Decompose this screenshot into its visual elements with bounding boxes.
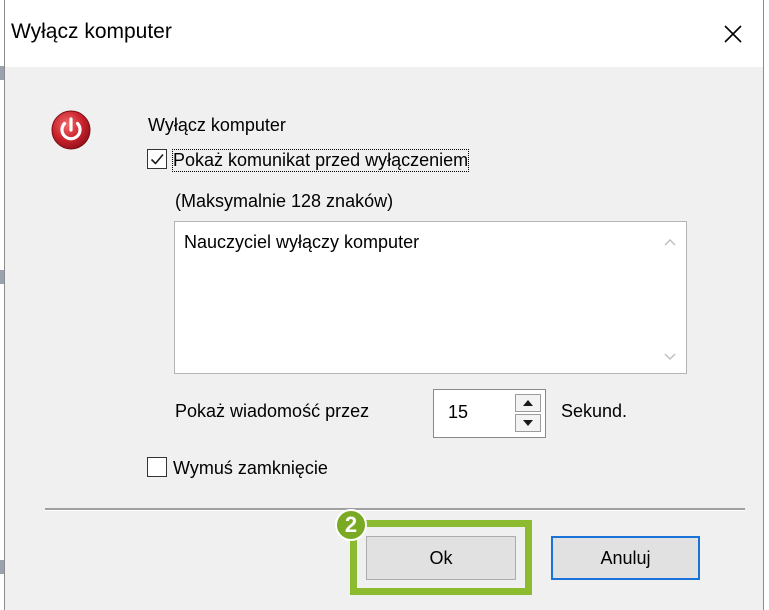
duration-unit-label: Sekund. xyxy=(561,401,628,421)
close-icon xyxy=(724,24,742,43)
step-badge: 2 xyxy=(335,509,367,541)
title-bar: Wyłącz komputer xyxy=(5,0,763,67)
shutdown-dialog: Wyłącz komputer Wyłącz komputer Pokaż ko… xyxy=(4,0,764,610)
screenshot-stage: Wyłącz komputer Wyłącz komputer Pokaż ko… xyxy=(0,0,769,610)
show-message-checkbox[interactable] xyxy=(147,149,167,169)
max-chars-note: (Maksymalnie 128 znaków) xyxy=(175,191,394,211)
duration-value[interactable]: 15 xyxy=(448,402,468,423)
stepper-up-button[interactable] xyxy=(515,394,541,412)
show-message-label[interactable]: Pokaż komunikat przed wyłączeniem xyxy=(171,149,470,172)
force-close-checkbox[interactable] xyxy=(147,457,167,477)
chevron-down-icon xyxy=(664,353,676,360)
checkmark-icon xyxy=(150,153,164,165)
cancel-button[interactable]: Anuluj xyxy=(551,536,700,580)
scroll-up-button[interactable] xyxy=(654,230,686,254)
stepper-down-button[interactable] xyxy=(515,414,541,432)
triangle-up-icon xyxy=(523,400,533,406)
message-text: Nauczyciel wyłączy komputer xyxy=(184,232,420,252)
separator xyxy=(45,508,745,511)
triangle-down-icon xyxy=(523,420,533,426)
chevron-up-icon xyxy=(664,239,676,246)
scroll-down-button[interactable] xyxy=(654,345,686,369)
power-icon xyxy=(51,110,91,150)
action-heading: Wyłącz komputer xyxy=(148,115,286,135)
duration-stepper[interactable]: 15 xyxy=(433,389,546,438)
close-button[interactable] xyxy=(703,0,763,67)
message-textarea[interactable]: Nauczyciel wyłączy komputer xyxy=(174,221,687,374)
window-title: Wyłącz komputer xyxy=(11,20,172,43)
duration-label: Pokaż wiadomość przez xyxy=(175,401,370,421)
force-close-label[interactable]: Wymuś zamknięcie xyxy=(173,458,328,479)
textarea-scrollbar[interactable] xyxy=(654,222,686,373)
ok-highlight-frame xyxy=(350,520,532,595)
